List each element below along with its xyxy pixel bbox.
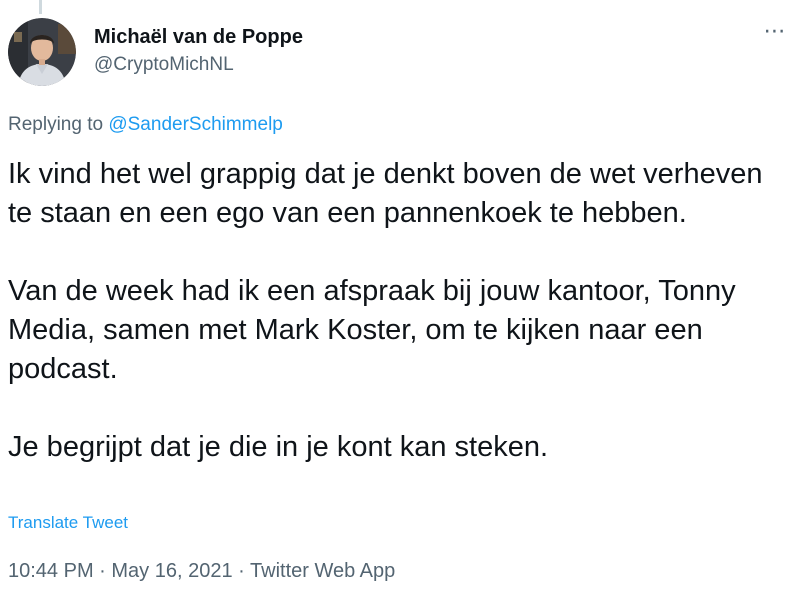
tweet-paragraph: Je begrijpt dat je die in je kont kan st…: [8, 431, 549, 463]
tweet-body: Ik vind het wel grappig dat je denkt bov…: [8, 155, 790, 467]
author-names: Michaël van de Poppe @CryptoMichNL: [94, 24, 303, 78]
tweet-source[interactable]: Twitter Web App: [250, 560, 395, 582]
replying-to-prefix: Replying to: [8, 114, 109, 135]
meta-separator: ·: [232, 560, 251, 582]
tweet-card: Michaël van de Poppe @CryptoMichNL ⋯ Rep…: [0, 0, 800, 604]
tweet-paragraph: Ik vind het wel grappig dat je denkt bov…: [8, 158, 763, 229]
tweet-paragraph: Van de week had ik een afspraak bij jouw…: [8, 275, 736, 385]
translate-tweet-link[interactable]: Translate Tweet: [8, 512, 128, 534]
replying-to-mention-link[interactable]: @SanderSchimmelp: [108, 114, 283, 135]
author-display-name[interactable]: Michaël van de Poppe: [94, 24, 303, 50]
author-handle[interactable]: @CryptoMichNL: [94, 52, 303, 78]
avatar-image: [8, 18, 76, 86]
tweet-header: Michaël van de Poppe @CryptoMichNL ⋯: [8, 18, 790, 90]
tweet-date[interactable]: May 16, 2021: [111, 560, 232, 582]
more-options-icon[interactable]: ⋯: [760, 20, 790, 46]
author-avatar[interactable]: [8, 18, 76, 86]
tweet-time[interactable]: 10:44 PM: [8, 560, 94, 582]
tweet-meta: 10:44 PM · May 16, 2021 · Twitter Web Ap…: [8, 558, 395, 584]
meta-separator: ·: [93, 560, 112, 582]
thread-connector-line: [39, 0, 42, 14]
replying-to: Replying to @SanderSchimmelp: [8, 112, 283, 138]
